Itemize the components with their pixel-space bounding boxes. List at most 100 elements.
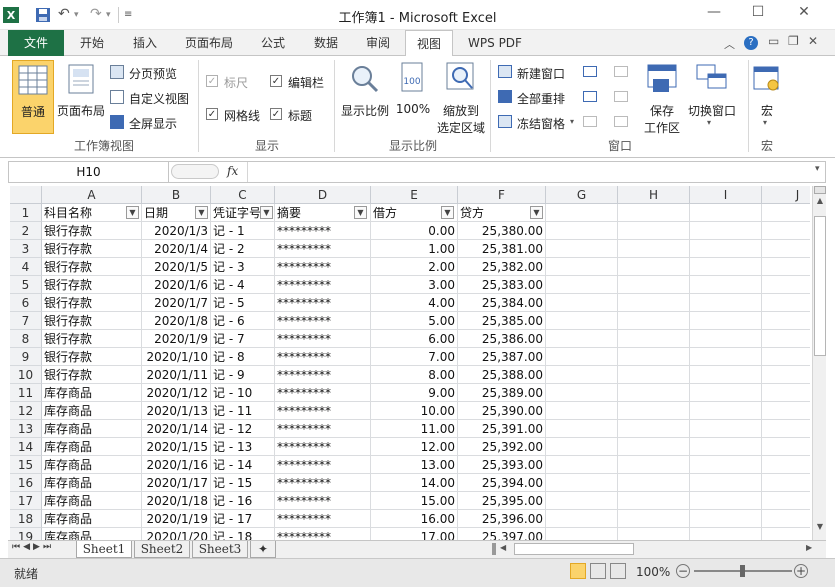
cell-voucher[interactable]: 记 - 5: [211, 294, 275, 312]
column-header-e[interactable]: E: [371, 186, 458, 204]
cell-subject[interactable]: 库存商品: [42, 402, 142, 420]
cell-voucher[interactable]: 记 - 16: [211, 492, 275, 510]
empty-cell[interactable]: [546, 276, 618, 294]
empty-cell[interactable]: [762, 348, 810, 366]
arrange-all-button[interactable]: 全部重排: [498, 89, 570, 107]
cell-summary[interactable]: *********: [275, 510, 371, 528]
cell-summary[interactable]: *********: [275, 420, 371, 438]
cell-voucher[interactable]: 记 - 13: [211, 438, 275, 456]
cell-debit[interactable]: 4.00: [371, 294, 458, 312]
cell-summary[interactable]: *********: [275, 456, 371, 474]
save-workspace-button[interactable]: 保存 工作区: [640, 60, 684, 135]
filter-dropdown-icon[interactable]: ▼: [195, 206, 208, 219]
zoom-in-icon[interactable]: +: [794, 564, 808, 578]
cell-credit[interactable]: 25,386.00: [458, 330, 546, 348]
filter-dropdown-icon[interactable]: ▼: [441, 206, 454, 219]
filter-dropdown-icon[interactable]: ▼: [260, 206, 273, 219]
cell-voucher[interactable]: 记 - 4: [211, 276, 275, 294]
cell-date[interactable]: 2020/1/16: [142, 456, 211, 474]
filter-dropdown-icon[interactable]: ▼: [354, 206, 367, 219]
scroll-right-arrow-icon[interactable]: ▶: [806, 543, 812, 552]
empty-cell[interactable]: [762, 510, 810, 528]
row-number[interactable]: 17: [10, 492, 42, 510]
expand-formula-bar-icon[interactable]: ▾: [815, 164, 820, 174]
empty-cell[interactable]: [690, 420, 762, 438]
empty-cell[interactable]: [690, 438, 762, 456]
new-window-button[interactable]: 新建窗口: [498, 64, 570, 82]
minimize-button[interactable]: —: [702, 4, 726, 26]
empty-cell[interactable]: [546, 348, 618, 366]
zoom-out-icon[interactable]: −: [676, 564, 690, 578]
empty-cell[interactable]: [546, 294, 618, 312]
cell-summary[interactable]: *********: [275, 474, 371, 492]
sheet-navigation-arrows-icon[interactable]: ⏮◀▶⏭: [12, 542, 54, 552]
empty-cell[interactable]: [690, 366, 762, 384]
cell-date[interactable]: 2020/1/12: [142, 384, 211, 402]
empty-cell[interactable]: [762, 276, 810, 294]
cell-date[interactable]: 2020/1/19: [142, 510, 211, 528]
vertical-scroll-thumb[interactable]: [814, 216, 826, 356]
normal-view-status-icon[interactable]: [570, 563, 586, 579]
cell-credit[interactable]: 25,388.00: [458, 366, 546, 384]
empty-cell[interactable]: [762, 456, 810, 474]
cell-date[interactable]: 2020/1/11: [142, 366, 211, 384]
cell-debit[interactable]: 14.00: [371, 474, 458, 492]
cell-subject[interactable]: 银行存款: [42, 276, 142, 294]
column-header-a[interactable]: A: [42, 186, 142, 204]
cell-debit[interactable]: 9.00: [371, 384, 458, 402]
cell-subject[interactable]: 库存商品: [42, 438, 142, 456]
cell-summary[interactable]: *********: [275, 348, 371, 366]
tab-home[interactable]: 开始: [70, 30, 114, 56]
empty-cell[interactable]: [546, 384, 618, 402]
workbook-close-icon[interactable]: ✕: [808, 34, 818, 48]
cell-summary[interactable]: *********: [275, 438, 371, 456]
empty-cell[interactable]: [618, 438, 690, 456]
cell-debit[interactable]: 15.00: [371, 492, 458, 510]
empty-cell[interactable]: [690, 528, 762, 540]
cell-date[interactable]: 2020/1/3: [142, 222, 211, 240]
column-header-h[interactable]: H: [618, 186, 690, 204]
row-number[interactable]: 13: [10, 420, 42, 438]
row-number[interactable]: 11: [10, 384, 42, 402]
scroll-down-arrow-icon[interactable]: ▼: [814, 522, 826, 536]
cell-subject[interactable]: 银行存款: [42, 366, 142, 384]
filter-dropdown-icon[interactable]: ▼: [530, 206, 543, 219]
cell-date[interactable]: 2020/1/17: [142, 474, 211, 492]
macros-button[interactable]: 宏 ▾: [750, 60, 784, 134]
workbook-restore-icon[interactable]: ❐: [788, 34, 799, 48]
column-header-g[interactable]: G: [546, 186, 618, 204]
cell-credit[interactable]: 25,391.00: [458, 420, 546, 438]
empty-cell[interactable]: [546, 474, 618, 492]
empty-cell[interactable]: [690, 276, 762, 294]
cell-subject[interactable]: 库存商品: [42, 384, 142, 402]
empty-cell[interactable]: [690, 312, 762, 330]
tab-view[interactable]: 视图: [405, 30, 453, 57]
split-icon[interactable]: [583, 66, 597, 77]
cell-debit[interactable]: 2.00: [371, 258, 458, 276]
cell-credit[interactable]: 25,385.00: [458, 312, 546, 330]
empty-cell[interactable]: [618, 384, 690, 402]
empty-cell[interactable]: [762, 474, 810, 492]
cell-summary[interactable]: *********: [275, 384, 371, 402]
empty-cell[interactable]: [690, 348, 762, 366]
cell-subject[interactable]: 库存商品: [42, 492, 142, 510]
cell-summary[interactable]: *********: [275, 402, 371, 420]
vertical-scrollbar[interactable]: ▲ ▼: [812, 186, 826, 540]
cell-subject[interactable]: 库存商品: [42, 510, 142, 528]
cell-subject[interactable]: 银行存款: [42, 294, 142, 312]
empty-cell[interactable]: [762, 366, 810, 384]
empty-cell[interactable]: [546, 240, 618, 258]
empty-cell[interactable]: [762, 528, 810, 540]
column-header-c[interactable]: C: [211, 186, 275, 204]
empty-cell[interactable]: [618, 474, 690, 492]
cell-summary[interactable]: *********: [275, 294, 371, 312]
empty-cell[interactable]: [618, 492, 690, 510]
select-all-corner[interactable]: [10, 186, 42, 204]
cell-credit[interactable]: 25,381.00: [458, 240, 546, 258]
empty-cell[interactable]: [762, 240, 810, 258]
row-number[interactable]: 19: [10, 528, 42, 540]
reset-window-position-icon[interactable]: [614, 116, 628, 127]
workbook-minimize-icon[interactable]: ▭: [768, 34, 779, 48]
empty-cell[interactable]: [618, 294, 690, 312]
empty-cell[interactable]: [618, 348, 690, 366]
